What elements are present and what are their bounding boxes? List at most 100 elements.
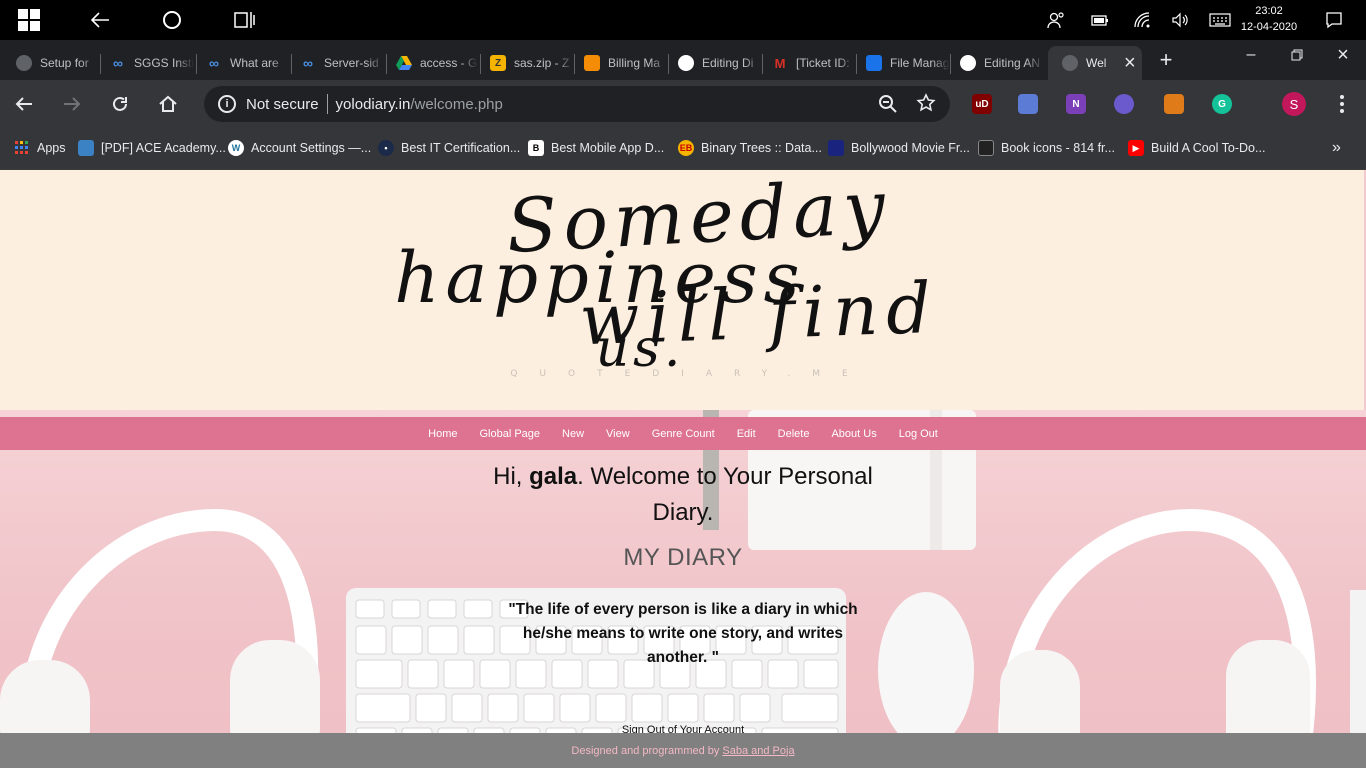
tab-title: Editing AN xyxy=(984,56,1041,70)
drive-icon xyxy=(396,55,412,71)
people-icon[interactable] xyxy=(1044,8,1068,32)
clock-time: 23:02 xyxy=(1255,5,1283,17)
cortana-search-icon[interactable] xyxy=(160,8,184,32)
url-host: yolodiary.in xyxy=(335,95,411,113)
close-window-icon[interactable]: × xyxy=(1320,40,1366,70)
welcome-greeting: Hi, xyxy=(493,463,530,490)
welcome-rest: . Welcome to Your Personal Diary. xyxy=(577,463,873,526)
keyboard-icon[interactable] xyxy=(1208,8,1232,32)
welcome-username: gala xyxy=(529,463,578,490)
browser-tab[interactable]: ∞ What are xyxy=(192,46,288,80)
wifi-icon[interactable] xyxy=(1130,8,1154,32)
nav-global-page[interactable]: Global Page xyxy=(479,428,540,440)
info-icon[interactable]: i xyxy=(218,95,236,113)
volume-icon[interactable] xyxy=(1168,8,1192,32)
browser-tab[interactable]: access - G xyxy=(382,46,478,80)
profile-avatar[interactable]: S xyxy=(1282,92,1306,116)
footer-text: Designed and programmed by xyxy=(571,744,720,757)
bookmark-item[interactable]: B Best Mobile App D... xyxy=(528,138,664,158)
browser-tab[interactable]: Billing Ma xyxy=(570,46,668,80)
browser-tab[interactable]: Editing Di xyxy=(664,46,762,80)
github-icon xyxy=(960,55,976,71)
restore-icon[interactable] xyxy=(1274,40,1320,70)
address-bar[interactable]: i Not secure yolodiary.in /welcome.php xyxy=(204,86,950,122)
bookmark-item[interactable]: Book icons - 814 fr... xyxy=(978,138,1115,158)
tab-title: Wel xyxy=(1086,56,1107,70)
nav-genre-count[interactable]: Genre Count xyxy=(652,428,715,440)
b-letter-icon: B xyxy=(528,140,544,156)
screenshot-extension-icon[interactable] xyxy=(1164,94,1184,114)
nav-view[interactable]: View xyxy=(606,428,630,440)
browser-tab[interactable]: M [Ticket ID: xyxy=(758,46,856,80)
browser-tab[interactable]: File Manag xyxy=(852,46,950,80)
forward-button[interactable] xyxy=(60,92,84,116)
zoom-icon[interactable] xyxy=(878,94,898,118)
nav-edit[interactable]: Edit xyxy=(737,428,756,440)
owl-extension-icon[interactable] xyxy=(1114,94,1134,114)
bookmark-item[interactable]: W Account Settings —... xyxy=(228,138,371,158)
bookmark-label: Binary Trees :: Data... xyxy=(701,141,822,155)
tab-title: Editing Di xyxy=(702,56,754,70)
security-label[interactable]: Not secure xyxy=(246,96,319,113)
browser-tab[interactable]: Setup for xyxy=(2,46,98,80)
tab-title: File Manag xyxy=(890,56,950,70)
bookmark-label: [PDF] ACE Academy... xyxy=(101,141,226,155)
tab-title: Server-sid xyxy=(324,56,379,70)
tab-title: SGGS Insti xyxy=(134,56,194,70)
back-arrow-icon[interactable] xyxy=(88,8,112,32)
banner-watermark: QUOTEDIARY.ME xyxy=(510,369,869,379)
bookmark-label: Best Mobile App D... xyxy=(551,141,665,155)
nav-about-us[interactable]: About Us xyxy=(831,428,876,440)
book-icons-icon xyxy=(978,140,994,156)
bookmark-item[interactable]: [PDF] ACE Academy... xyxy=(78,138,226,158)
quote-banner-image: Someday happiness will find us. QUOTEDIA… xyxy=(0,170,1364,410)
browser-tab[interactable]: Z sas.zip - Z xyxy=(476,46,574,80)
minimize-icon[interactable]: – xyxy=(1228,40,1274,70)
bookmark-label: Best IT Certification... xyxy=(401,141,521,155)
new-tab-button[interactable]: + xyxy=(1154,48,1178,72)
close-tab-icon[interactable]: × xyxy=(1124,52,1136,75)
home-button[interactable] xyxy=(156,92,180,116)
tab-title: Billing Ma xyxy=(608,56,661,70)
camera-extension-icon[interactable] xyxy=(1018,94,1038,114)
ace-academy-icon xyxy=(78,140,94,156)
tab-title: Setup for xyxy=(40,56,89,70)
bookmark-label: Book icons - 814 fr... xyxy=(1001,141,1115,155)
nav-delete[interactable]: Delete xyxy=(778,428,810,440)
tab-title: [Ticket ID: xyxy=(796,56,850,70)
browser-tab[interactable]: ∞ Server-sid xyxy=(286,46,384,80)
battery-icon[interactable] xyxy=(1088,8,1112,32)
nav-log-out[interactable]: Log Out xyxy=(899,428,938,440)
nav-home[interactable]: Home xyxy=(428,428,457,440)
headphones-right-illustration xyxy=(998,508,1366,768)
bookmark-apps[interactable]: Apps xyxy=(14,138,66,158)
page-viewport: Someday happiness will find us. QUOTEDIA… xyxy=(0,170,1366,768)
back-button[interactable] xyxy=(12,92,36,116)
ublock-extension-icon[interactable]: uD xyxy=(972,94,992,114)
footer-authors-link[interactable]: Saba and Poja xyxy=(722,745,794,757)
tab-title: access - G xyxy=(420,56,478,70)
browser-tab[interactable]: ∞ SGGS Insti xyxy=(96,46,194,80)
onenote-extension-icon[interactable]: N xyxy=(1066,94,1086,114)
bookmark-item[interactable]: Bollywood Movie Fr... xyxy=(828,138,970,158)
bookmark-item[interactable]: ▶ Build A Cool To-Do... xyxy=(1128,138,1265,158)
gmail-icon: M xyxy=(774,55,786,71)
nav-new[interactable]: New xyxy=(562,428,584,440)
globe-icon xyxy=(16,55,32,71)
bookmark-item[interactable]: EB Binary Trees :: Data... xyxy=(678,138,822,158)
menu-kebab-icon[interactable] xyxy=(1334,94,1350,114)
bookmarks-bar: Apps [PDF] ACE Academy... W Account Sett… xyxy=(0,128,1366,170)
task-view-icon[interactable] xyxy=(232,8,256,32)
windows-start-icon[interactable] xyxy=(17,8,41,32)
bookmark-star-icon[interactable] xyxy=(916,93,936,117)
grammarly-extension-icon[interactable]: G xyxy=(1212,94,1232,114)
system-clock[interactable]: 23:02 12-04-2020 xyxy=(1234,3,1304,35)
action-center-icon[interactable] xyxy=(1322,8,1346,32)
bookmark-item[interactable]: • Best IT Certification... xyxy=(378,138,520,158)
reload-button[interactable] xyxy=(108,92,132,116)
browser-tab[interactable]: Editing AN xyxy=(946,46,1044,80)
browser-tab-active[interactable]: Wel × xyxy=(1048,46,1142,80)
bookmarks-overflow-icon[interactable]: » xyxy=(1332,138,1341,158)
mouse-illustration xyxy=(878,592,974,748)
browser-tab-strip: Setup for ∞ SGGS Insti ∞ What are ∞ Serv… xyxy=(0,40,1366,80)
